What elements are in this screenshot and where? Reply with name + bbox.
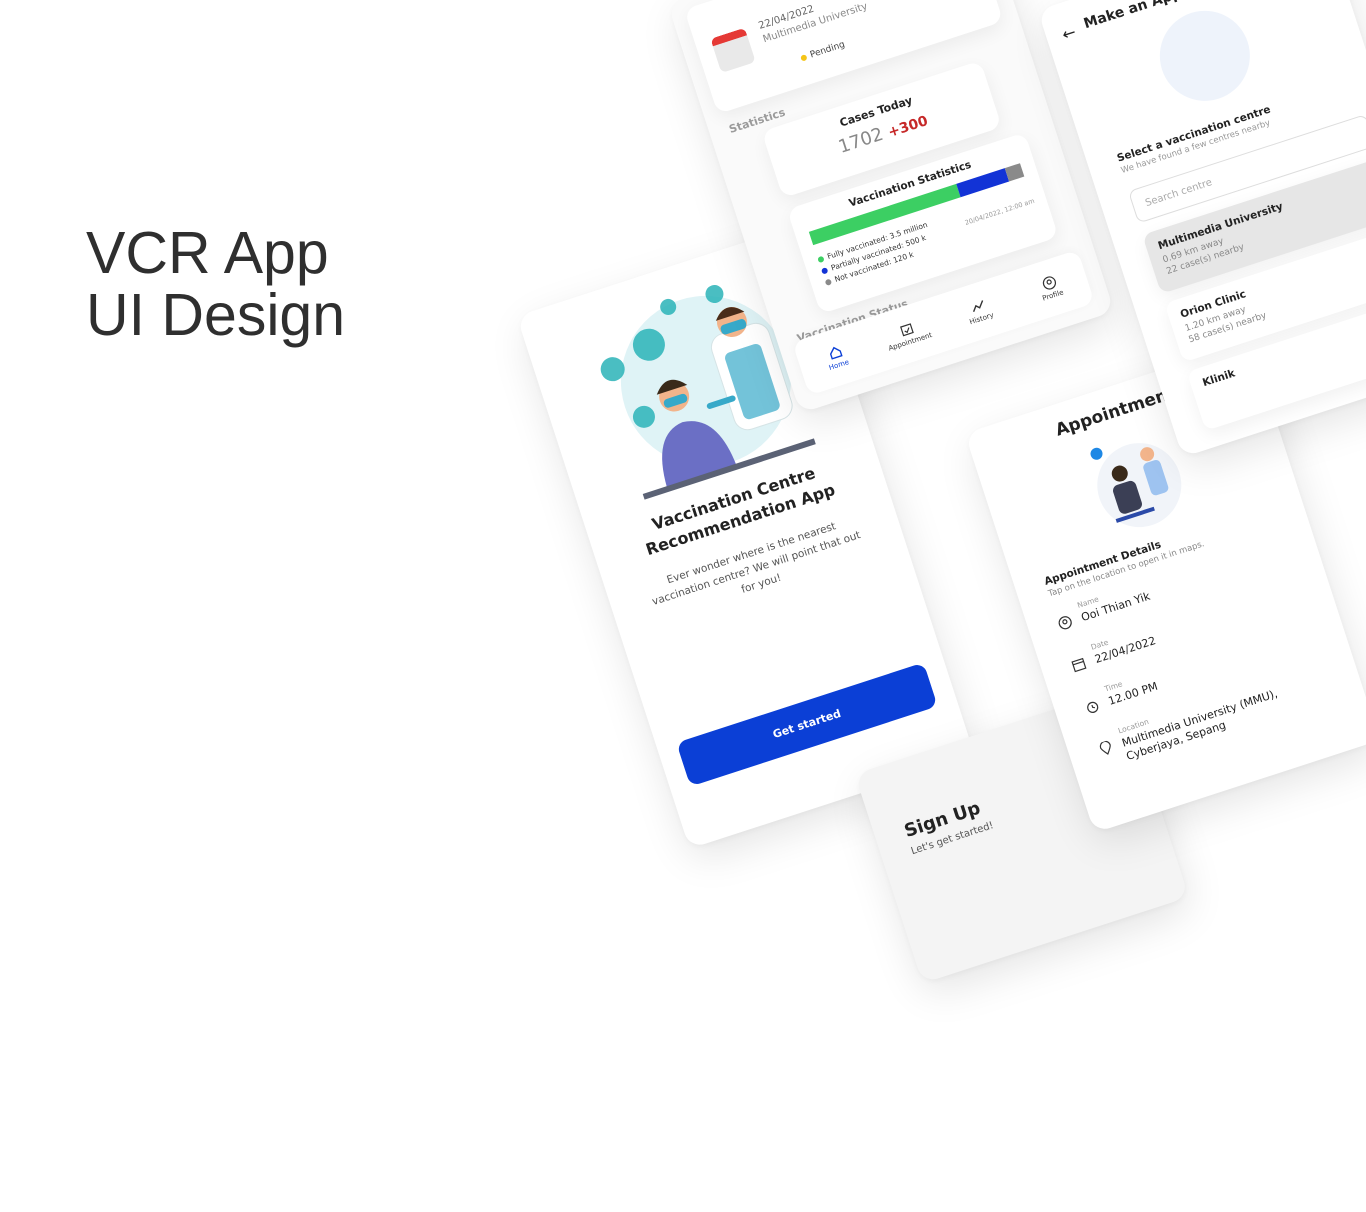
user-icon xyxy=(1058,616,1072,630)
back-arrow-icon[interactable]: ← xyxy=(1060,22,1079,44)
mockup-stage: Vaccination Centre Recommendation App Ev… xyxy=(0,0,1366,1058)
legend-dot-icon xyxy=(817,255,825,264)
vaccine-illustration xyxy=(1148,0,1262,113)
calendar-icon xyxy=(710,27,756,74)
nav-home[interactable]: Home xyxy=(804,337,868,378)
calendar-icon xyxy=(1071,657,1087,673)
nav-profile[interactable]: Profile xyxy=(1018,267,1082,308)
status-badge: Pending xyxy=(799,40,846,64)
cases-delta: +300 xyxy=(886,113,931,141)
legend-dot-icon xyxy=(820,267,829,275)
status-dot-icon xyxy=(799,53,808,62)
nav-history[interactable]: History xyxy=(947,290,1011,331)
vaccination-timestamp: 20/04/2022, 12:00 am xyxy=(963,196,1036,227)
location-pin-icon xyxy=(1099,740,1111,755)
status-text: Pending xyxy=(808,39,847,61)
bar-not-vaccinated xyxy=(1005,163,1025,182)
legend-dot-icon xyxy=(824,278,833,287)
name-value: Ooi Thian Yik xyxy=(1079,589,1152,625)
alarm-clock-icon xyxy=(1087,701,1099,713)
nav-appointment[interactable]: Appointment xyxy=(876,314,940,355)
